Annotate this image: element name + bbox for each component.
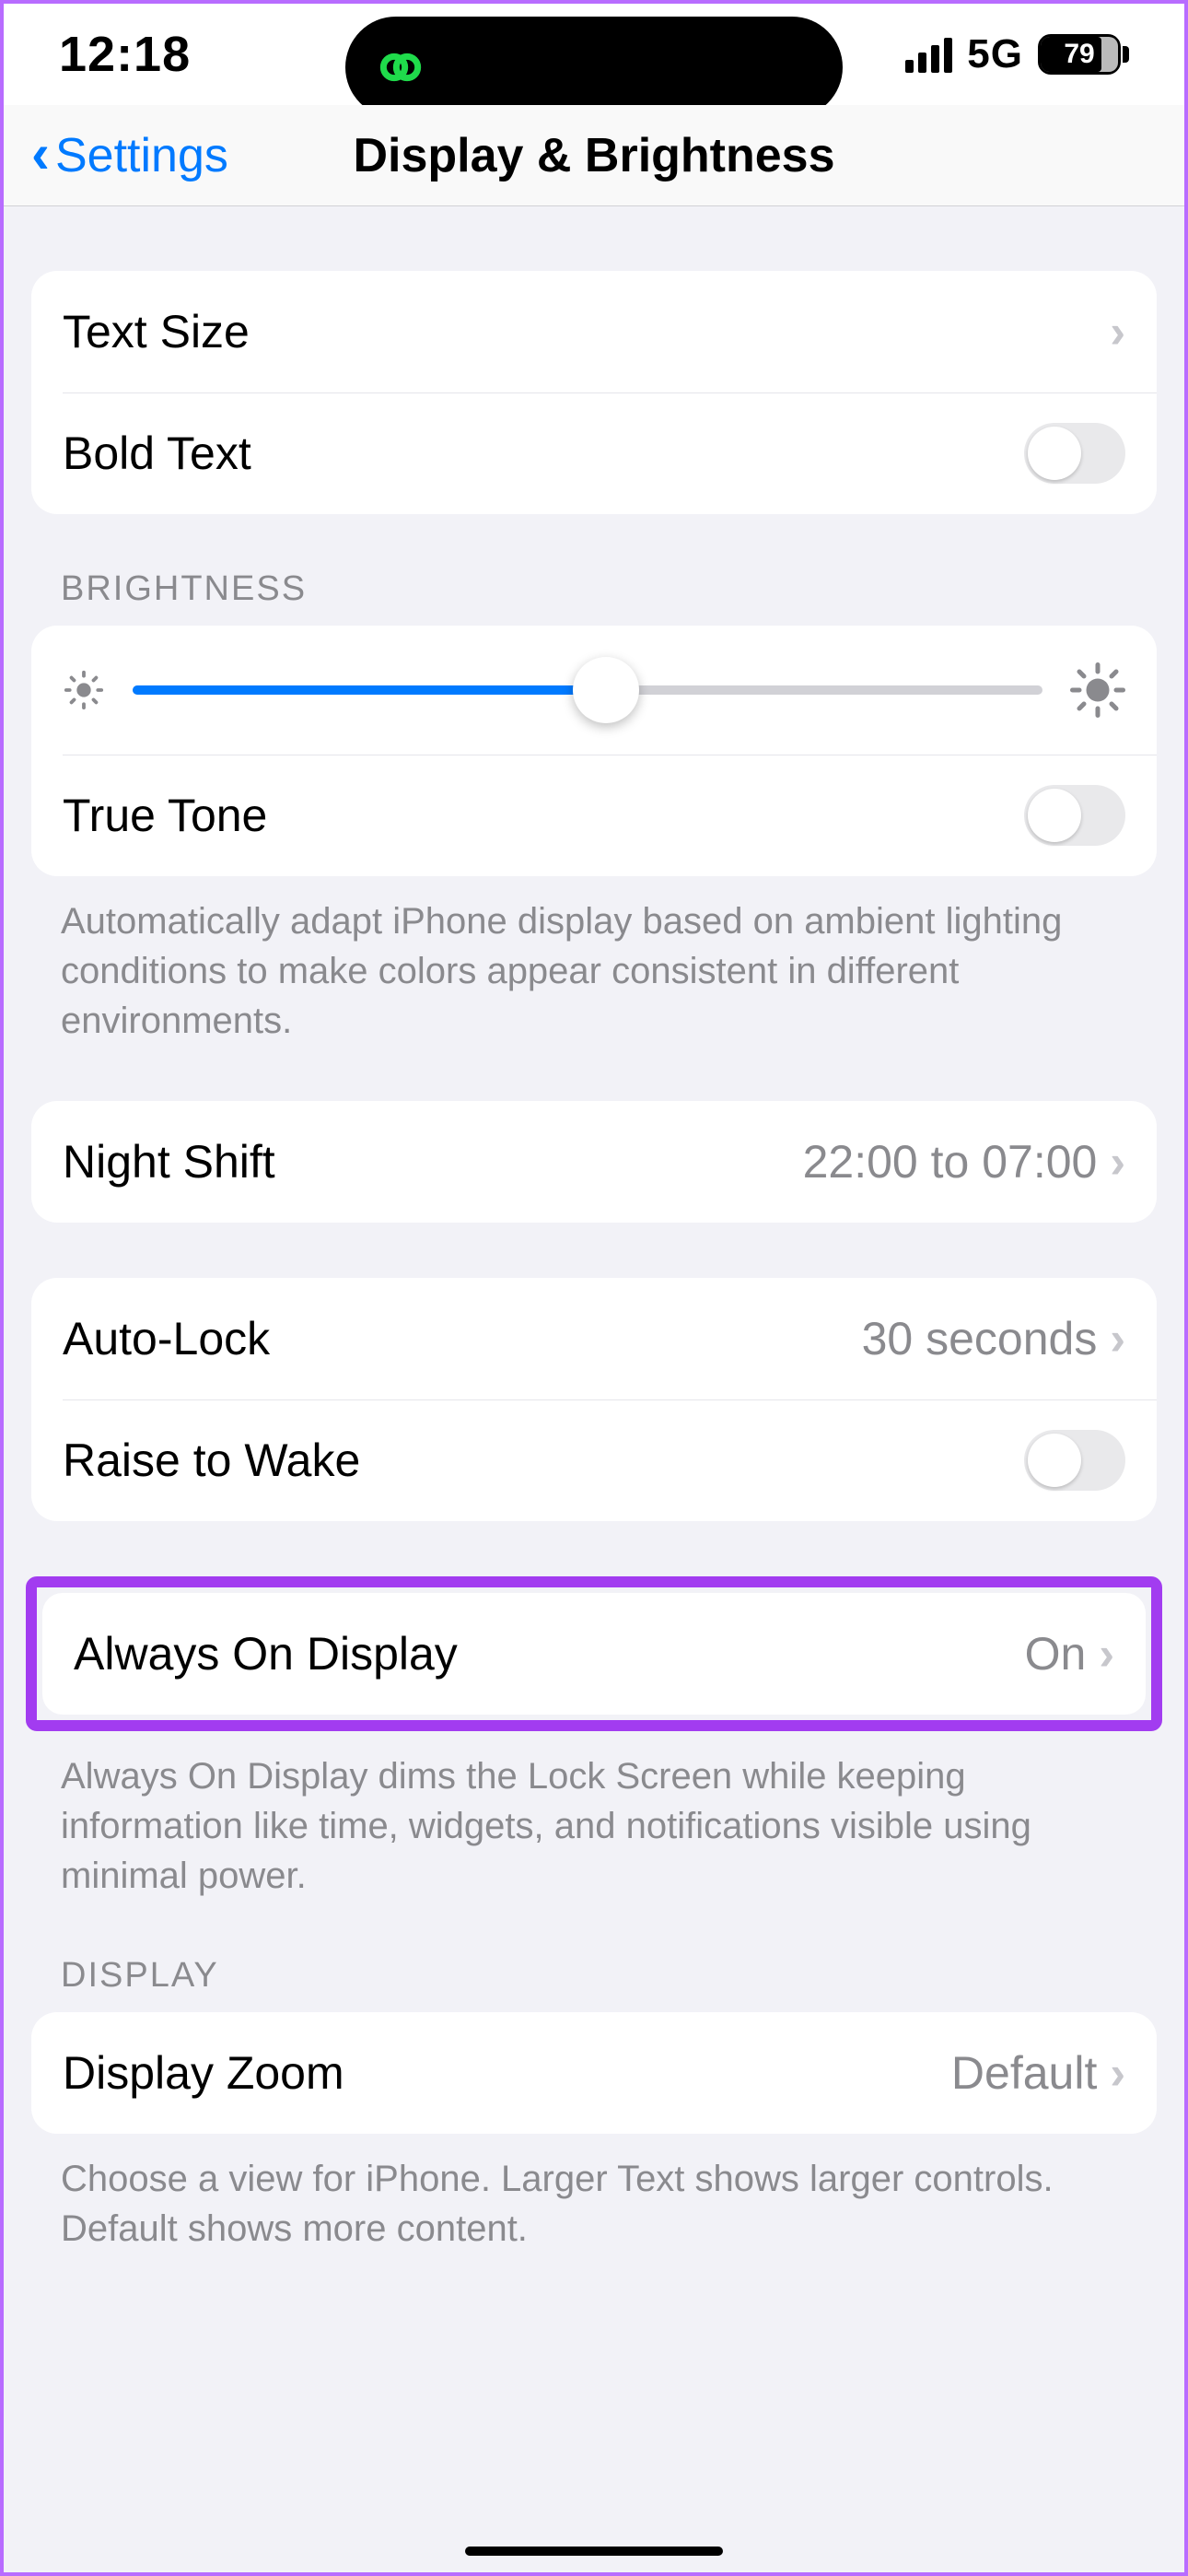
bold-text-label: Bold Text [63, 427, 1024, 480]
chevron-right-icon: › [1110, 305, 1125, 358]
display-footer: Choose a view for iPhone. Larger Text sh… [31, 2134, 1157, 2254]
auto-lock-label: Auto-Lock [63, 1312, 862, 1365]
chevron-left-icon: ‹ [31, 126, 50, 181]
link-icon [373, 40, 428, 95]
content[interactable]: Text Size › Bold Text BRIGHTNESS [4, 271, 1184, 2290]
dynamic-island[interactable] [345, 17, 843, 118]
true-tone-switch[interactable] [1024, 785, 1125, 846]
row-auto-lock[interactable]: Auto-Lock 30 seconds › [31, 1278, 1157, 1399]
chevron-right-icon: › [1110, 1135, 1125, 1188]
aod-value: On [1025, 1627, 1087, 1680]
highlight-box: Always On Display On › [26, 1576, 1162, 1731]
group-display: DISPLAY Display Zoom Default › Choose a … [31, 1956, 1157, 2254]
screen: 12:18 5G 79 ‹ [0, 0, 1188, 2576]
status-time: 12:18 [59, 26, 191, 83]
aod-footer-group: Always On Display dims the Lock Screen w… [31, 1731, 1157, 1901]
battery-percent: 79 [1041, 37, 1118, 72]
back-label: Settings [55, 128, 228, 183]
row-raise-to-wake: Raise to Wake [31, 1399, 1157, 1521]
home-indicator[interactable] [465, 2547, 723, 2556]
group-lock: Auto-Lock 30 seconds › Raise to Wake [31, 1278, 1157, 1521]
display-zoom-value: Default [951, 2046, 1097, 2100]
raise-switch[interactable] [1024, 1430, 1125, 1491]
network-label: 5G [967, 31, 1023, 77]
aod-footer: Always On Display dims the Lock Screen w… [31, 1731, 1157, 1901]
true-tone-label: True Tone [63, 789, 1024, 842]
night-shift-label: Night Shift [63, 1135, 803, 1188]
group-text: Text Size › Bold Text [31, 271, 1157, 514]
night-shift-value: 22:00 to 07:00 [803, 1135, 1098, 1188]
row-true-tone: True Tone [31, 755, 1157, 876]
bold-text-switch[interactable] [1024, 423, 1125, 484]
status-right: 5G 79 [905, 31, 1129, 77]
row-text-size[interactable]: Text Size › [31, 271, 1157, 392]
auto-lock-value: 30 seconds [862, 1312, 1098, 1365]
chevron-right-icon: › [1110, 2046, 1125, 2100]
brightness-slider[interactable] [133, 685, 1042, 695]
raise-label: Raise to Wake [63, 1434, 1024, 1487]
brightness-header: BRIGHTNESS [31, 569, 1157, 626]
group-night-shift: Night Shift 22:00 to 07:00 › [31, 1101, 1157, 1223]
display-zoom-label: Display Zoom [63, 2046, 951, 2100]
sun-large-icon [1070, 662, 1125, 718]
brightness-slider-row [31, 626, 1157, 755]
row-bold-text: Bold Text [31, 392, 1157, 514]
status-bar: 12:18 5G 79 [4, 4, 1184, 105]
row-display-zoom[interactable]: Display Zoom Default › [31, 2012, 1157, 2134]
cellular-signal-icon [905, 36, 952, 73]
back-button[interactable]: ‹ Settings [31, 128, 228, 183]
text-size-label: Text Size [63, 305, 1110, 358]
row-night-shift[interactable]: Night Shift 22:00 to 07:00 › [31, 1101, 1157, 1223]
battery-icon: 79 [1038, 34, 1129, 75]
brightness-footer: Automatically adapt iPhone display based… [31, 876, 1157, 1046]
sun-small-icon [63, 669, 105, 711]
chevron-right-icon: › [1110, 1312, 1125, 1365]
aod-label: Always On Display [74, 1627, 1025, 1680]
page-title: Display & Brightness [353, 128, 834, 183]
display-header: DISPLAY [31, 1956, 1157, 2012]
chevron-right-icon: › [1099, 1627, 1114, 1680]
group-brightness: BRIGHTNESS [31, 569, 1157, 1046]
row-always-on-display[interactable]: Always On Display On › [42, 1593, 1146, 1715]
nav-header: ‹ Settings Display & Brightness [4, 105, 1184, 206]
slider-thumb[interactable] [573, 657, 639, 723]
